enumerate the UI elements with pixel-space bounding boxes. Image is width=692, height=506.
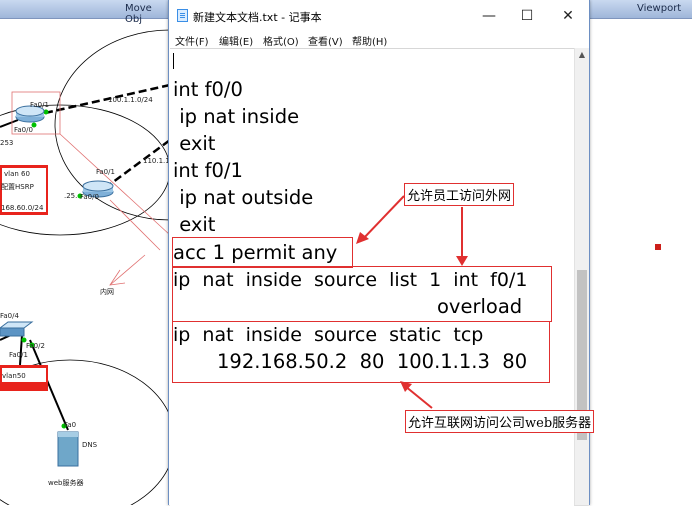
notepad-menubar: 文件(F) 编辑(E) 格式(O) 查看(V) 帮助(H): [169, 32, 589, 48]
label-server-fa0: Fa0: [64, 421, 77, 429]
label-ip-253: 253: [0, 139, 14, 147]
scroll-up-arrow-icon[interactable]: ▲: [575, 48, 589, 62]
label-router1-fa01: Fa0/1: [30, 101, 49, 109]
dns-server-icon: [57, 431, 79, 467]
menu-help[interactable]: 帮助(H): [352, 33, 387, 48]
label-router2-fa01: Fa0/1: [96, 168, 115, 176]
label-ip-25: .25.: [64, 192, 78, 200]
highlight-nat-static: [172, 321, 550, 383]
red-marker: [655, 244, 661, 250]
label-sw-fa04: Fa0/4: [0, 312, 19, 320]
notepad-app-icon: [177, 9, 188, 22]
label-net-168: 168.60.0/24: [1, 204, 44, 212]
code-line-3: exit: [173, 132, 216, 155]
label-vlan50: vlan50: [2, 372, 26, 380]
label-link-100: 100.1.1.0/24: [108, 96, 153, 104]
menu-view[interactable]: 查看(V): [308, 33, 343, 48]
label-sw-fa01: Fa0/1: [9, 351, 28, 359]
maximize-button[interactable]: ☐: [505, 0, 549, 32]
label-vlan60: vlan 60: [4, 170, 30, 178]
note-allow-internet: 允许互联网访问公司web服务器: [405, 410, 595, 433]
close-button[interactable]: ✕: [546, 0, 590, 32]
highlight-nat-overload: [172, 266, 552, 322]
label-hsrp: 配置HSRP: [1, 183, 34, 191]
code-line-2: ip nat inside: [173, 105, 300, 128]
code-line-5: ip nat outside: [173, 186, 314, 209]
notepad-titlebar[interactable]: 新建文本文档.txt - 记事本 — ☐ ✕: [169, 0, 589, 32]
label-link-110: 110.1.1: [143, 157, 170, 165]
label-inner-net: 内网: [100, 288, 114, 296]
code-line-6: exit: [173, 213, 216, 236]
menu-format[interactable]: 格式(O): [263, 33, 299, 48]
menu-file[interactable]: 文件(F): [175, 33, 209, 48]
code-line-4: int f0/1: [173, 159, 243, 182]
highlight-acl: [172, 237, 353, 268]
note-allow-employees: 允许员工访问外网: [404, 183, 515, 206]
label-router2-fa00: Fa0/0: [80, 193, 99, 201]
text-caret: [173, 53, 174, 69]
vertical-scrollbar[interactable]: ▲: [574, 48, 589, 505]
label-web-server: web服务器: [48, 479, 84, 487]
label-sw-fa02: Fa0/2: [26, 342, 45, 350]
switch-icon: [0, 321, 34, 337]
label-router1-fa00: Fa0/0: [14, 126, 33, 134]
notepad-title: 新建文本文档.txt - 记事本: [193, 11, 322, 24]
code-line-1: int f0/0: [173, 78, 243, 101]
menu-edit[interactable]: 编辑(E): [219, 33, 253, 48]
label-dns: DNS: [82, 441, 98, 449]
